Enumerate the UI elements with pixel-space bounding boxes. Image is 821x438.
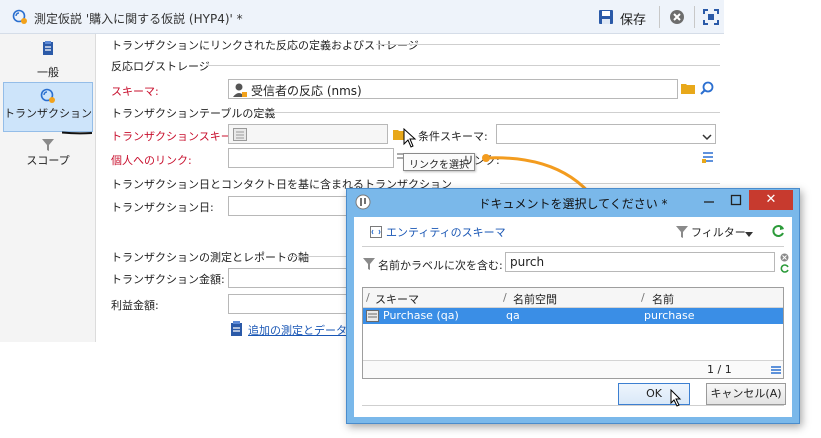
divider — [254, 112, 720, 113]
divider — [362, 246, 784, 247]
pagination: 1 / 1 — [707, 363, 732, 376]
maximize-icon[interactable] — [729, 193, 743, 207]
divider — [362, 405, 784, 406]
save-label: 保存 — [620, 13, 647, 28]
magnifier-icon[interactable] — [700, 81, 714, 95]
save-button[interactable]: 保存 — [598, 7, 652, 28]
sidebar: 一般 トランザクション スコープ — [0, 34, 96, 342]
schema-label: スキーマ: — [111, 85, 159, 98]
sidebar-item-label: トランザクション — [4, 107, 92, 120]
close-button[interactable]: ✕ — [749, 190, 793, 210]
floppy-disk-icon — [598, 9, 614, 25]
entity-schema-icon — [370, 226, 382, 238]
sidebar-item-label: スコープ — [26, 154, 70, 167]
hypothesis-icon — [12, 9, 28, 25]
mouse-cursor-icon — [670, 388, 682, 407]
axis-section-title: トランザクションの測定とレポートの軸 — [111, 251, 309, 264]
transaction-amount-label: トランザクション金額: — [111, 273, 225, 286]
transaction-table-section-title: トランザクションテーブルの定義 — [111, 107, 276, 120]
column-header-namespace[interactable]: / — [503, 291, 507, 304]
divider — [376, 44, 720, 45]
recipient-schema-icon — [232, 82, 248, 98]
transaction-schema-field[interactable] — [228, 124, 388, 144]
cancel-button[interactable]: キャンセル(A) — [706, 383, 786, 405]
clipboard-icon — [40, 40, 56, 56]
close-circle-icon[interactable] — [669, 9, 685, 25]
results-grid: / スキーマ / 名前空間 / 名前 Purchase (qa) qa purc… — [362, 287, 784, 379]
grid-header: / スキーマ / 名前空間 / 名前 — [363, 288, 783, 308]
sidebar-item-label: 一般 — [37, 66, 59, 79]
condition-schema-label: 条件スキーマ: — [418, 130, 488, 143]
table-icon — [366, 310, 379, 322]
clear-search-icon[interactable] — [780, 252, 789, 262]
main-section-title: トランザクションにリンクされた反応の定義およびストレージ — [111, 39, 419, 52]
transaction-date-label: トランザクション日: — [111, 201, 214, 214]
cell-namespace: qa — [506, 309, 520, 322]
link-edit-icon[interactable] — [702, 151, 714, 163]
individual-link-field[interactable] — [228, 148, 394, 168]
fullscreen-icon[interactable] — [703, 9, 719, 25]
funnel-icon — [676, 226, 688, 238]
transaction-amount-field[interactable] — [228, 268, 350, 288]
divider — [206, 65, 720, 66]
ok-label: OK — [646, 387, 662, 400]
sidebar-item-transaction[interactable]: トランザクション — [3, 82, 93, 135]
individual-link-label: 個人へのリンク: — [111, 154, 192, 167]
column-header-name-label[interactable]: 名前 — [652, 291, 674, 307]
column-header-schema-label[interactable]: スキーマ — [375, 291, 419, 307]
mouse-cursor-icon — [403, 127, 417, 148]
table-row[interactable]: Purchase (qa) qa purchase — [363, 308, 783, 324]
schema-field[interactable]: 受信者の反応 (nms) — [228, 79, 678, 99]
schema-value: 受信者の反応 (nms) — [251, 84, 362, 98]
dialog-title-bar: ドキュメントを選択してください * ✕ — [347, 189, 799, 215]
profit-amount-label: 利益金額: — [111, 299, 159, 312]
search-input[interactable]: purch — [505, 252, 775, 272]
refresh-icon[interactable] — [780, 263, 789, 273]
chevron-down-icon — [702, 131, 712, 141]
additional-measures-link[interactable]: 追加の測定とデータ — [248, 322, 347, 338]
hypothesis-icon — [40, 88, 56, 104]
grid-footer: 1 / 1 — [363, 360, 783, 378]
list-options-icon[interactable] — [771, 365, 781, 375]
column-header-name[interactable]: / — [641, 291, 645, 304]
divider — [287, 256, 346, 257]
minimize-icon[interactable] — [702, 193, 716, 207]
cancel-label: キャンセル(A) — [710, 387, 782, 400]
sidebar-item-general[interactable]: 一般 — [3, 36, 93, 86]
close-icon: ✕ — [765, 192, 777, 207]
handwritten-underline — [61, 125, 93, 135]
transaction-date-field[interactable] — [228, 196, 350, 216]
refresh-icon[interactable] — [771, 224, 785, 238]
caret-down-icon[interactable] — [745, 228, 753, 237]
transaction-schema-label: トランザクションスキーマ: — [111, 130, 247, 143]
condition-schema-select[interactable] — [496, 124, 716, 144]
funnel-icon — [41, 138, 55, 152]
select-document-dialog: ドキュメントを選択してください * ✕ エンティティのスキーマ フィルター 名前… — [346, 188, 800, 424]
column-header-schema[interactable]: / — [366, 291, 370, 304]
toolbar-separator — [659, 6, 660, 28]
response-log-section-title: 反応ログストレージ — [111, 60, 210, 73]
clipboard-icon — [230, 321, 243, 336]
search-input-value: purch — [510, 255, 545, 269]
sidebar-item-scope[interactable]: スコープ — [3, 134, 93, 184]
window-title: 測定仮説 '購入に関する仮説 (HYP4)' * — [34, 12, 243, 26]
dialog-body: エンティティのスキーマ フィルター 名前かラベルに次を含む: purch / ス… — [354, 217, 792, 417]
cell-name: purchase — [644, 309, 695, 322]
folder-icon[interactable] — [681, 82, 695, 94]
cell-schema: Purchase (qa) — [383, 309, 459, 322]
title-bar: 測定仮説 '購入に関する仮説 (HYP4)' * 保存 — [0, 0, 724, 34]
funnel-icon — [363, 258, 375, 270]
toolbar-separator — [694, 6, 695, 28]
profit-amount-field[interactable] — [228, 294, 350, 314]
column-header-namespace-label[interactable]: 名前空間 — [513, 291, 557, 307]
search-label: 名前かラベルに次を含む: — [378, 259, 503, 272]
table-icon — [233, 128, 247, 141]
filter-dropdown[interactable]: フィルター — [691, 224, 746, 240]
entity-schema-label[interactable]: エンティティのスキーマ — [386, 224, 506, 240]
